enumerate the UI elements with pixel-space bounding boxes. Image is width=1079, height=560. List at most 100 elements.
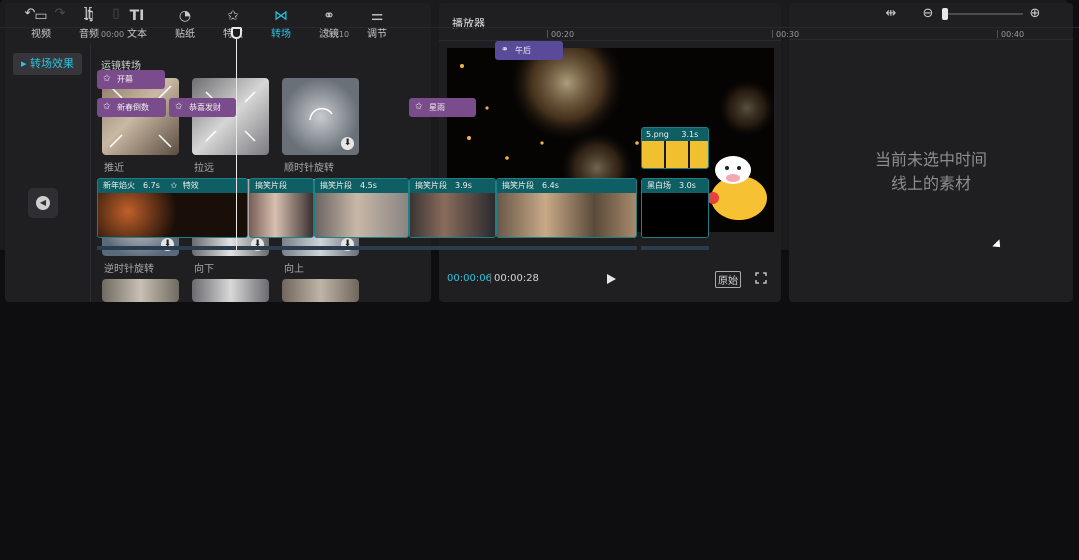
clip-duration: 3.0s	[679, 181, 696, 190]
clip-effect-tag: 特效	[182, 181, 199, 190]
clip-label: 新春倒数	[117, 103, 149, 112]
filter-clip[interactable]: ⚭ 午后	[495, 41, 563, 60]
transition-label: 逆时针旋转	[104, 264, 154, 275]
ruler-label: 00:20	[551, 30, 575, 39]
filter-icon: ⚭	[501, 45, 509, 55]
clip-name: 5.png	[646, 130, 669, 139]
clip-header: 黑白场 3.0s	[642, 179, 708, 193]
ruler-tick	[322, 30, 323, 38]
ruler-label: 00:30	[776, 30, 800, 39]
timeline-toolbar: ↶ ↷ ][ ▯ ⇹ ⊖ ⊕	[0, 0, 1079, 28]
original-ratio-button[interactable]: 原始	[715, 271, 741, 288]
clip-thumbnails	[497, 193, 636, 237]
media-panel: ▭ 视频 ♫ 音频 TI 文本 ◔ 贴纸 ✩ 特效 ⋈ 转场 ⚭ 滤镜 ⚌ 调节	[5, 3, 431, 302]
clip-label: 星雨	[429, 103, 445, 112]
clip-duration: 3.1s	[681, 130, 699, 139]
fullscreen-icon[interactable]	[755, 272, 767, 284]
main-clip[interactable]: 搞笑片段 6.4s	[496, 178, 637, 238]
playhead[interactable]	[236, 34, 237, 250]
clip-duration: 6.4s	[542, 181, 559, 190]
empty-selection-message: 当前未选中时间 线上的素材	[789, 148, 1073, 196]
clip-name: 黑白场	[647, 181, 671, 190]
player-panel: 播放器 00:00:06 | 00:00:28 原始	[439, 3, 781, 302]
zoom-slider[interactable]	[943, 13, 1023, 15]
split-icon[interactable]: ][	[80, 6, 96, 22]
sidebar-item-transition-effects[interactable]: ▸ 转场效果	[13, 53, 82, 75]
effect-clip[interactable]: ✩ 恭喜发财	[169, 98, 236, 117]
clip-thumbnails	[642, 141, 708, 168]
main-clip[interactable]: 搞笑片段	[249, 178, 314, 238]
delete-icon[interactable]: ▯	[108, 6, 124, 22]
transition-thumb-clockwise[interactable]: ⬇	[282, 78, 359, 155]
clip-thumbnails	[642, 193, 708, 237]
transition-label: 顺时针旋转	[284, 163, 334, 174]
transition-thumb[interactable]	[192, 279, 269, 302]
clip-name: 搞笑片段	[320, 181, 352, 190]
clip-header: 搞笑片段 4.5s	[315, 179, 408, 193]
clip-name: 新年焰火	[103, 181, 135, 190]
transition-label: 拉远	[194, 163, 214, 174]
clip-header: 搞笑片段	[250, 179, 313, 193]
clip-thumbnails	[250, 193, 313, 237]
transition-label: 向下	[194, 264, 214, 275]
clip-name: 搞笑片段	[255, 181, 287, 190]
ruler-tick	[772, 30, 773, 38]
total-time: 00:00:28	[494, 273, 539, 284]
ruler-tick	[997, 30, 998, 38]
audio-track[interactable]	[97, 246, 637, 250]
main-clip[interactable]: 新年焰火 6.7s ✩ 特效	[97, 178, 248, 238]
effects-icon: ✩	[170, 181, 178, 190]
time-separator: |	[489, 273, 493, 284]
main-clip[interactable]: 搞笑片段 4.5s	[314, 178, 409, 238]
undo-icon[interactable]: ↶	[22, 6, 38, 22]
current-time: 00:00:06	[447, 273, 492, 284]
main-clip[interactable]: 搞笑片段 3.9s	[409, 178, 496, 238]
effect-clip[interactable]: ✩ 开幕	[97, 70, 165, 89]
effects-icon: ✩	[103, 102, 111, 112]
clip-name: 搞笑片段	[415, 181, 447, 190]
main-clip[interactable]: 黑白场 3.0s	[641, 178, 709, 238]
snap-icon[interactable]: ⇹	[883, 6, 899, 22]
clip-thumbnails	[315, 193, 408, 237]
ruler-label: 00:10	[326, 30, 350, 39]
zoom-out-icon[interactable]: ⊖	[920, 6, 936, 22]
clip-duration: 4.5s	[360, 181, 377, 190]
transition-thumb[interactable]	[102, 279, 179, 302]
clip-duration: 3.9s	[455, 181, 472, 190]
ruler-tick	[547, 30, 548, 38]
cow-sticker	[707, 156, 767, 220]
play-icon[interactable]	[605, 273, 617, 285]
message-line: 当前未选中时间	[874, 150, 987, 169]
clip-header: 搞笑片段 3.9s	[410, 179, 495, 193]
download-icon[interactable]: ⬇	[341, 137, 354, 150]
transition-label: 推近	[104, 163, 124, 174]
clip-label: 开幕	[117, 75, 133, 84]
effects-icon: ✩	[103, 74, 111, 84]
clip-thumbnails	[98, 193, 247, 237]
clip-header: 搞笑片段 6.4s	[497, 179, 636, 193]
track-mute-button[interactable]: ◀	[28, 188, 58, 218]
clip-duration: 6.7s	[143, 181, 160, 190]
audio-track[interactable]	[641, 246, 709, 250]
clip-label: 恭喜发财	[189, 103, 221, 112]
clip-thumbnails	[410, 193, 495, 237]
clip-header: 新年焰火 6.7s ✩ 特效	[98, 179, 247, 193]
zoom-slider-handle[interactable]	[942, 8, 948, 20]
transition-thumb[interactable]	[282, 279, 359, 302]
speaker-icon: ◀	[36, 196, 50, 210]
zoom-in-icon[interactable]: ⊕	[1027, 6, 1043, 22]
message-line: 线上的素材	[890, 174, 971, 193]
playhead-handle[interactable]	[231, 27, 242, 39]
overlay-clip[interactable]: 5.png 3.1s	[641, 127, 709, 169]
redo-icon[interactable]: ↷	[52, 6, 68, 22]
transition-label: 向上	[284, 264, 304, 275]
properties-panel: 当前未选中时间 线上的素材	[789, 3, 1073, 302]
effect-clip[interactable]: ✩ 新春倒数	[97, 98, 166, 117]
ruler-label: 00:00	[101, 30, 125, 39]
category-sidebar: ▸ 转场效果	[5, 43, 91, 302]
ruler-label: 00:40	[1001, 30, 1025, 39]
clip-name: 搞笑片段	[502, 181, 534, 190]
clip-header: 5.png 3.1s	[642, 128, 708, 141]
ruler-tick	[97, 30, 98, 38]
effect-clip[interactable]: ✩ 星雨	[409, 98, 476, 117]
